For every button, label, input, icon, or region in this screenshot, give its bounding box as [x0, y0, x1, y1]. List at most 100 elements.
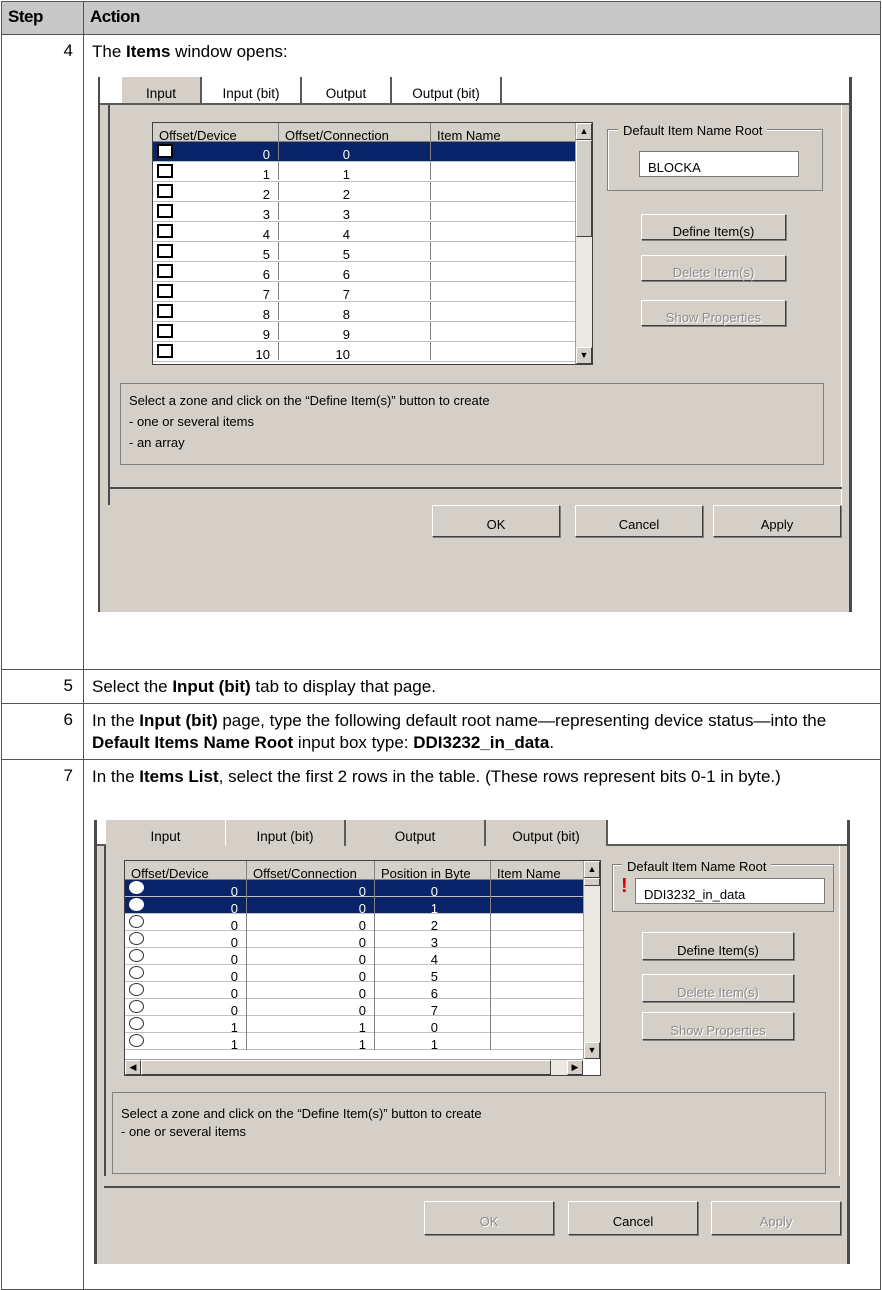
col-item-name[interactable]: Item Name — [491, 861, 585, 880]
cancel-button[interactable]: Cancel — [575, 505, 703, 537]
tab-label: Output (bit) — [412, 86, 480, 101]
step-bold-text: DDI3232_in_data — [413, 733, 550, 752]
table-row[interactable]: 88 — [153, 302, 577, 322]
item-name-cell[interactable] — [431, 222, 577, 240]
item-name-cell[interactable] — [491, 897, 585, 914]
items-grid[interactable]: Offset/Device Offset/Connection Position… — [124, 860, 601, 1076]
horizontal-scrollbar[interactable]: ◀ ▶ — [125, 1059, 583, 1075]
table-row[interactable]: 002 — [125, 914, 585, 933]
tab-input-bit[interactable]: Input (bit) — [202, 77, 302, 103]
offset-device-cell: 0 — [125, 931, 247, 950]
offset-device-cell: 0 — [125, 897, 247, 916]
scroll-thumb[interactable] — [576, 140, 592, 237]
item-name-cell[interactable] — [491, 880, 585, 897]
delete-items-button[interactable]: Delete Item(s) — [642, 974, 794, 1002]
item-name-cell[interactable] — [431, 322, 577, 340]
table-row[interactable]: 55 — [153, 242, 577, 262]
item-name-cell[interactable] — [431, 342, 577, 360]
table-row[interactable]: 111 — [125, 1033, 585, 1052]
position-in-byte-cell: 6 — [375, 982, 491, 1001]
item-name-cell[interactable] — [431, 202, 577, 220]
item-name-cell[interactable] — [491, 982, 585, 999]
item-name-cell[interactable] — [431, 302, 577, 320]
table-row[interactable]: 66 — [153, 262, 577, 282]
apply-button[interactable]: Apply — [713, 505, 841, 537]
col-position-in-byte[interactable]: Position in Byte — [375, 861, 491, 880]
tab-input-bit[interactable]: Input (bit) — [226, 820, 346, 846]
tab-output[interactable]: Output — [302, 77, 392, 103]
offset-device-cell: 4 — [153, 222, 279, 242]
ok-button[interactable]: OK — [424, 1201, 554, 1235]
scroll-thumb[interactable] — [584, 878, 600, 886]
scroll-down-icon[interactable]: ▼ — [584, 1042, 600, 1059]
table-row[interactable]: 99 — [153, 322, 577, 342]
item-name-cell[interactable] — [491, 1033, 585, 1050]
show-properties-button[interactable]: Show Properties — [641, 300, 786, 326]
table-row[interactable]: 77 — [153, 282, 577, 302]
item-name-cell[interactable] — [491, 1016, 585, 1033]
table-row[interactable]: 005 — [125, 965, 585, 984]
item-name-cell[interactable] — [491, 999, 585, 1016]
table-row[interactable]: 33 — [153, 202, 577, 222]
offset-connection-cell: 6 — [279, 262, 431, 282]
define-items-button[interactable]: Define Item(s) — [642, 932, 794, 960]
tab-output-bit[interactable]: Output (bit) — [392, 77, 502, 103]
item-name-cell[interactable] — [431, 162, 577, 180]
position-in-byte-cell: 0 — [375, 880, 491, 899]
table-row[interactable]: 007 — [125, 999, 585, 1018]
scroll-thumb[interactable] — [141, 1060, 551, 1075]
define-items-button[interactable]: Define Item(s) — [641, 214, 786, 240]
tab-label: Input — [150, 829, 181, 844]
apply-button[interactable]: Apply — [711, 1201, 841, 1235]
tab-output[interactable]: Output — [346, 820, 486, 846]
col-offset-device[interactable]: Offset/Device — [153, 123, 279, 142]
step-text: tab to display that page. — [250, 677, 436, 696]
scroll-up-icon[interactable]: ▲ — [584, 861, 600, 878]
table-row[interactable]: 000 — [125, 880, 585, 899]
table-row[interactable]: 006 — [125, 982, 585, 1001]
grid-header: Offset/Device Offset/Connection Item Nam… — [153, 123, 577, 142]
col-item-name[interactable]: Item Name — [431, 123, 577, 142]
ok-button[interactable]: OK — [432, 505, 560, 537]
scroll-right-icon[interactable]: ▶ — [567, 1060, 583, 1075]
item-name-cell[interactable] — [491, 931, 585, 948]
default-root-input[interactable]: BLOCKA — [639, 151, 799, 177]
tab-input[interactable]: Input — [122, 77, 202, 103]
table-row[interactable]: 003 — [125, 931, 585, 950]
scroll-up-icon[interactable]: ▲ — [576, 123, 592, 140]
item-name-cell[interactable] — [431, 142, 577, 160]
scroll-down-icon[interactable]: ▼ — [576, 347, 592, 364]
delete-items-button[interactable]: Delete Item(s) — [641, 255, 786, 281]
vertical-scrollbar[interactable]: ▲ ▼ — [583, 861, 600, 1059]
table-row[interactable]: 110 — [125, 1016, 585, 1035]
item-name-cell[interactable] — [491, 965, 585, 982]
col-offset-connection[interactable]: Offset/Connection — [279, 123, 431, 142]
col-offset-connection[interactable]: Offset/Connection — [247, 861, 375, 880]
table-row[interactable]: 00 — [153, 142, 577, 162]
step-text: . — [549, 733, 555, 752]
item-name-cell[interactable] — [431, 282, 577, 300]
scroll-left-icon[interactable]: ◀ — [125, 1060, 141, 1075]
default-root-input[interactable]: DDI3232_in_data — [635, 878, 825, 904]
tab-label: Output — [325, 86, 367, 101]
table-row[interactable]: 004 — [125, 948, 585, 967]
items-grid[interactable]: Offset/Device Offset/Connection Item Nam… — [152, 122, 593, 365]
item-name-cell[interactable] — [491, 948, 585, 965]
item-name-cell[interactable] — [491, 914, 585, 931]
item-name-cell[interactable] — [431, 242, 577, 260]
col-offset-device[interactable]: Offset/Device — [125, 861, 247, 880]
hint-box: Select a zone and click on the “Define I… — [112, 1092, 826, 1174]
cancel-button[interactable]: Cancel — [568, 1201, 698, 1235]
table-row[interactable]: 44 — [153, 222, 577, 242]
offset-device-cell: 10 — [153, 342, 279, 362]
table-row[interactable]: 10 10 — [153, 342, 577, 362]
table-row[interactable]: 001 — [125, 897, 585, 916]
item-name-cell[interactable] — [431, 262, 577, 280]
item-name-cell[interactable] — [431, 182, 577, 200]
table-row[interactable]: 11 — [153, 162, 577, 182]
tab-output-bit[interactable]: Output (bit) — [486, 820, 608, 846]
table-row[interactable]: 22 — [153, 182, 577, 202]
show-properties-button[interactable]: Show Properties — [642, 1012, 794, 1040]
vertical-scrollbar[interactable]: ▲ ▼ — [575, 123, 592, 364]
tab-input[interactable]: Input — [106, 820, 226, 846]
